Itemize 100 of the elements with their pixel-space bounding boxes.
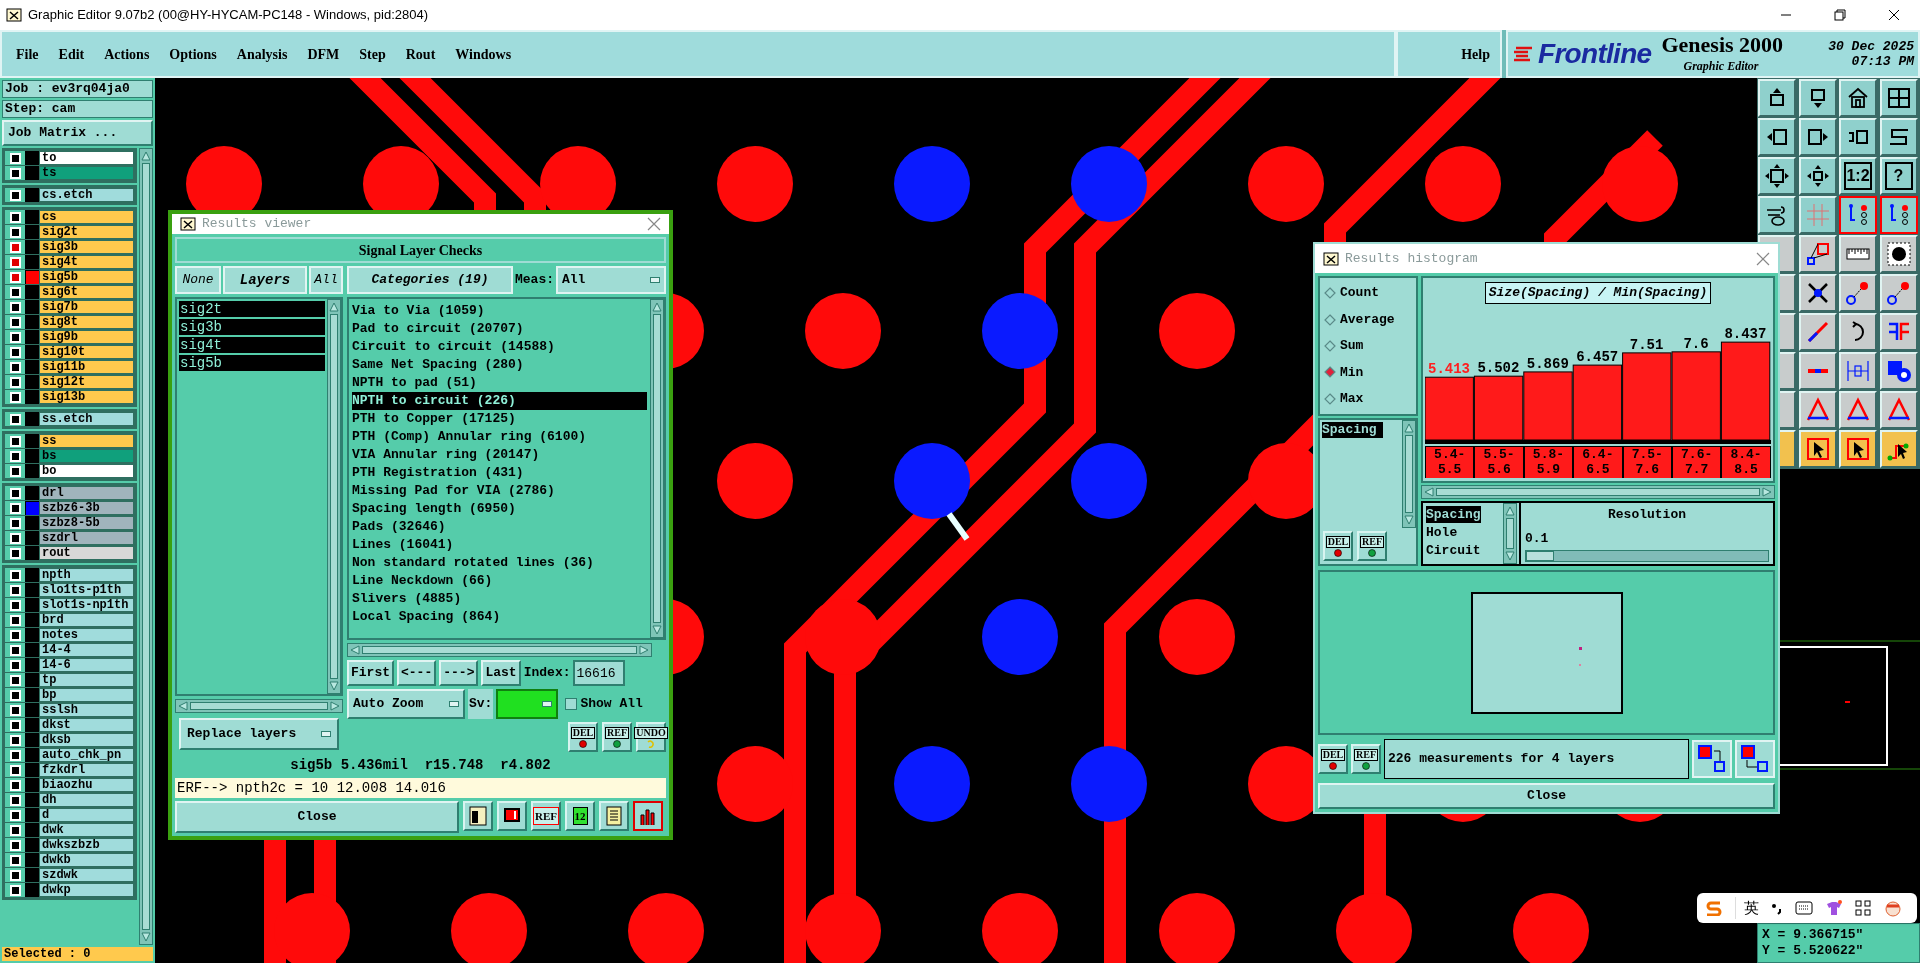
radio-diamond[interactable] [1324,392,1336,405]
nav-button[interactable]: First [347,660,394,687]
layer-name[interactable]: auto_chk_pn [39,748,134,762]
layer-checkbox[interactable] [9,809,21,821]
scrollbar[interactable] [139,148,153,945]
layer-checkbox[interactable] [9,346,21,358]
scroll-down-arrow-icon[interactable] [329,681,339,691]
layer-name[interactable]: sig5b [39,270,134,284]
layer-checkbox[interactable] [9,629,21,641]
layer-name[interactable]: sig13b [39,390,134,404]
field-item[interactable]: Circuit [1426,542,1481,559]
layer-checkbox[interactable] [9,301,21,313]
menu-item[interactable]: Edit [58,43,85,65]
input-language[interactable]: 英 [1735,896,1759,920]
layer-name[interactable]: bp [39,688,134,702]
layer-checkbox[interactable] [9,241,21,253]
tool-button[interactable] [633,801,663,831]
resolution-slider[interactable] [1525,550,1769,562]
menu-item[interactable]: Windows [455,43,512,65]
job-matrix-button[interactable]: Job Matrix ... [2,120,153,146]
category-item[interactable]: Slivers (4885) [352,589,647,608]
layer-checkbox[interactable] [9,286,21,298]
layer-name[interactable]: ts [39,166,134,180]
close-button[interactable]: Close [175,801,459,833]
tool-button[interactable]: DEL [1323,531,1353,561]
scroll-down-arrow-icon[interactable] [1505,551,1515,561]
category-item[interactable]: Local Spacing (864) [352,607,647,626]
tool-button[interactable]: REF [1351,744,1381,774]
layer-checkbox[interactable] [9,674,21,686]
field-item[interactable]: Spacing [1426,506,1481,523]
layer-name[interactable]: sig3b [39,240,134,254]
scroll-left-arrow-icon[interactable] [1424,487,1434,498]
tool-button[interactable]: REF [602,722,632,752]
layer-name[interactable]: sig4t [39,255,134,269]
histogram-bar[interactable] [1720,341,1771,440]
category-item[interactable]: PTH (Comp) Annular ring (6100) [352,427,647,446]
histogram-bar[interactable] [1473,375,1524,440]
layer-checkbox[interactable] [9,749,21,761]
layer-name[interactable]: dwk [39,823,134,837]
layer-item[interactable]: sig3b [179,319,325,335]
show-all-checkbox[interactable] [565,698,578,711]
histogram-bar[interactable] [1622,351,1672,440]
layer-name[interactable]: sig8t [39,315,134,329]
histogram-bar[interactable] [1572,364,1623,440]
close-button[interactable]: Close [1318,783,1775,809]
layer-checkbox[interactable] [9,659,21,671]
layer-name[interactable]: sig10t [39,345,134,359]
layer-checkbox[interactable] [9,794,21,806]
layer-checkbox[interactable] [9,487,21,499]
mascot-icon[interactable] [1883,899,1903,917]
punctuation-icon[interactable] [1771,901,1783,915]
field-item[interactable]: Hole [1426,524,1458,541]
measure-item[interactable]: Spacing [1322,422,1383,438]
category-item[interactable]: Same Net Spacing (280) [352,355,647,374]
slider-thumb[interactable] [1526,551,1554,561]
all-button[interactable]: All [309,266,343,294]
layer-name[interactable]: 14-6 [39,658,134,672]
layer-checkbox[interactable] [9,614,21,626]
category-item[interactable]: NPTH to circuit (226) [352,391,647,410]
layer-name[interactable]: rout [39,546,134,560]
layer-name[interactable]: szbz8-5b [39,516,134,530]
layer-checkbox[interactable] [9,465,21,477]
category-item[interactable]: Via to Via (1059) [352,301,647,320]
category-item[interactable]: Circuit to circuit (14588) [352,337,647,356]
layer-name[interactable]: szdrl [39,531,134,545]
scroll-down-arrow-icon[interactable] [652,625,662,636]
shirt-icon[interactable] [1825,900,1843,916]
scroll-up-arrow-icon[interactable] [1404,423,1414,433]
scroll-left-arrow-icon[interactable] [350,645,360,656]
menu-item[interactable]: Step [359,43,386,65]
layer-checkbox[interactable] [9,271,21,283]
layer-name[interactable]: sig2t [39,225,134,239]
category-item[interactable]: Pads (32646) [352,517,647,536]
category-item[interactable]: Pad to circuit (20707) [352,319,647,338]
scroll-right-arrow-icon[interactable] [330,701,340,711]
layer-checkbox[interactable] [9,884,21,896]
layer-checkbox[interactable] [9,316,21,328]
layer-name[interactable]: sig11b [39,360,134,374]
help-menu[interactable]: Help [1461,43,1490,65]
layer-checkbox[interactable] [9,547,21,559]
layer-checkbox[interactable] [9,450,21,462]
tool-button[interactable]: DEL [568,722,598,752]
menu-item[interactable]: File [16,43,39,65]
layer-name[interactable]: bs [39,449,134,463]
layer-checkbox[interactable] [9,256,21,268]
layer-name[interactable]: sig7b [39,300,134,314]
category-item[interactable]: Missing Pad for VIA (2786) [352,481,647,500]
tool-button[interactable]: 12 [565,801,595,831]
layer-name[interactable]: cs [39,210,134,224]
scrollbar[interactable] [327,299,341,694]
layer-checkbox[interactable] [9,211,21,223]
scroll-up-arrow-icon[interactable] [652,301,662,312]
histogram-bar[interactable] [1523,370,1573,440]
layer-checkbox[interactable] [9,719,21,731]
layer-name[interactable]: dwkszbzb [39,838,134,852]
layer-checkbox[interactable] [9,734,21,746]
layer-name[interactable]: cs.etch [39,188,134,202]
layer-name[interactable]: sslsh [39,703,134,717]
layer-item[interactable]: sig4t [179,337,325,353]
layer-checkbox[interactable] [9,704,21,716]
